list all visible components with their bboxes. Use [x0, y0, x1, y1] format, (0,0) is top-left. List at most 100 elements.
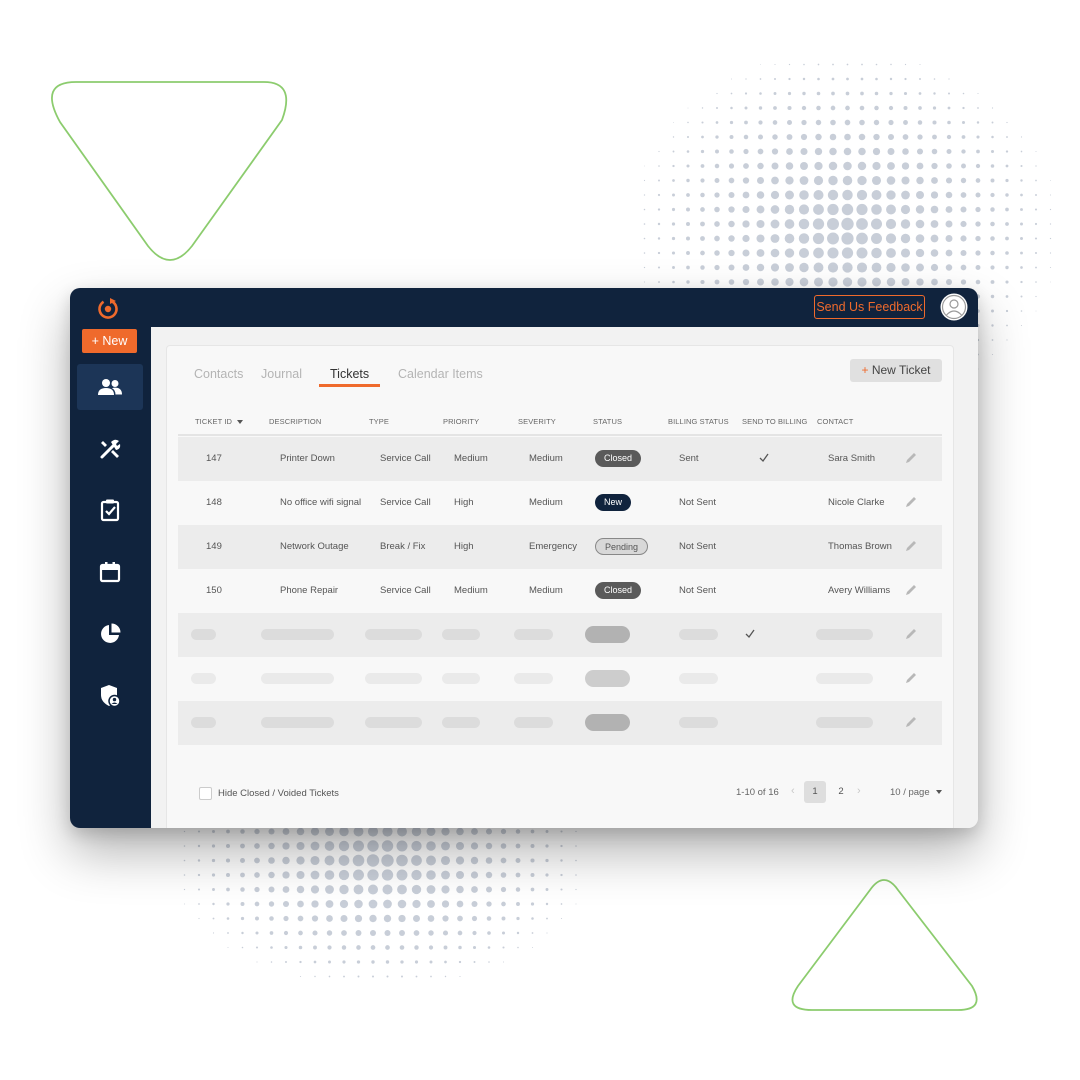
decor-dot	[240, 887, 245, 892]
decor-dot	[430, 975, 432, 978]
decor-dot	[875, 77, 878, 81]
decor-dot	[770, 263, 780, 272]
decor-dot	[859, 119, 865, 126]
decor-dot	[799, 190, 809, 200]
decor-dot	[728, 191, 735, 199]
decor-dot	[515, 829, 521, 834]
decor-dot	[887, 148, 895, 155]
decor-dot	[798, 247, 810, 259]
decor-dot	[428, 945, 434, 950]
edit-pencil-icon[interactable]	[904, 583, 918, 597]
decor-dot	[1005, 222, 1009, 226]
sidebar-item-tools[interactable]	[77, 426, 143, 472]
decor-dot	[268, 828, 275, 835]
decor-dot	[860, 77, 864, 81]
decor-dot	[426, 885, 436, 894]
edit-pencil-icon[interactable]	[904, 539, 918, 553]
decor-dot	[770, 234, 780, 243]
decor-dot	[888, 119, 894, 126]
decor-dot	[501, 901, 506, 907]
table-row[interactable]: 148 No office wifi signal Service Call High…	[178, 481, 942, 525]
decor-dot	[785, 277, 794, 287]
decor-dot	[798, 233, 810, 244]
decor-dot	[830, 105, 836, 111]
skeleton-bar	[679, 673, 718, 684]
decor-dot	[325, 900, 334, 908]
decor-dot	[340, 914, 348, 923]
decor-dot	[933, 92, 936, 95]
page-size-select[interactable]: 10 / page	[890, 787, 942, 798]
table-row[interactable]: 149 Network Outage Break / Fix High Emergenc…	[178, 525, 942, 569]
decor-dot	[560, 830, 563, 833]
cell-status: Pending	[595, 525, 649, 569]
decor-dot	[426, 855, 436, 866]
decor-dot	[643, 223, 646, 225]
sidebar-item-contacts[interactable]	[77, 364, 143, 410]
cell-billing-status: Not Sent	[679, 497, 716, 508]
decor-dot	[933, 78, 936, 80]
decor-dot	[930, 191, 939, 199]
decor-dot	[1034, 251, 1038, 255]
pagination-prev-icon[interactable]: ‹	[791, 785, 795, 797]
sidebar-item-tasks[interactable]	[77, 487, 143, 533]
decor-dot	[672, 179, 675, 182]
decor-dot	[398, 914, 406, 923]
edit-pencil-icon[interactable]	[904, 495, 918, 509]
decor-dot	[353, 869, 364, 881]
decor-dot	[471, 915, 478, 922]
decor-dot	[975, 163, 981, 169]
decor-dot	[945, 264, 953, 271]
decor-dot	[901, 176, 910, 185]
edit-pencil-icon[interactable]	[904, 627, 918, 641]
decor-dot	[657, 208, 661, 211]
table-row[interactable]: 147 Printer Down Service Call Medium Medium C…	[178, 437, 942, 481]
tab-tickets[interactable]: Tickets	[330, 367, 369, 381]
hide-closed-toggle[interactable]: Hide Closed / Voided Tickets	[199, 787, 339, 800]
user-avatar-icon[interactable]	[940, 293, 968, 321]
sidebar-item-admin[interactable]	[77, 673, 143, 719]
pagination-page-1[interactable]: 1	[804, 781, 826, 803]
hide-closed-checkbox[interactable]	[199, 787, 212, 800]
cell-billing-status: Not Sent	[679, 541, 716, 552]
edit-pencil-icon[interactable]	[904, 451, 918, 465]
decor-dot	[700, 250, 705, 256]
decor-dot	[686, 193, 690, 197]
decor-dot	[827, 232, 839, 245]
cell-priority: High	[454, 497, 474, 508]
app-logo-icon[interactable]	[96, 296, 120, 320]
sort-desc-icon[interactable]	[237, 420, 244, 425]
edit-pencil-icon[interactable]	[904, 671, 918, 685]
new-ticket-button[interactable]: + New Ticket	[850, 359, 942, 382]
decor-dot	[1020, 295, 1023, 298]
decor-dot	[714, 192, 720, 198]
tab-calendar-items[interactable]: Calendar Items	[398, 367, 483, 381]
decor-dot	[296, 856, 305, 865]
send-feedback-button[interactable]: Send Us Feedback	[814, 295, 925, 319]
decor-dot	[575, 874, 577, 876]
decor-dot	[270, 946, 273, 949]
decor-dot	[197, 873, 201, 877]
decor-dot	[687, 107, 689, 109]
decor-dot	[826, 217, 840, 231]
decor-dot	[813, 277, 824, 287]
edit-pencil-icon[interactable]	[904, 715, 918, 729]
decor-dot	[743, 134, 749, 140]
decor-dot	[788, 77, 791, 81]
sidebar-item-calendar[interactable]	[77, 549, 143, 595]
decor-dot	[367, 884, 379, 895]
decor-dot	[744, 120, 748, 125]
new-button[interactable]: + New	[82, 329, 137, 353]
tab-contacts[interactable]: Contacts	[194, 367, 243, 381]
decor-dot	[827, 262, 839, 273]
sidebar-item-reports[interactable]	[77, 611, 143, 657]
decor-dot	[901, 190, 910, 200]
decor-dot	[903, 120, 908, 125]
column-header-ticket-id[interactable]: TICKET ID	[195, 417, 244, 426]
table-row[interactable]: 150 Phone Repair Service Call Medium Medium C…	[178, 569, 942, 613]
pagination-next-icon[interactable]: ›	[857, 785, 861, 797]
tab-journal[interactable]: Journal	[261, 367, 302, 381]
decor-dot	[947, 120, 951, 125]
pagination-page-2[interactable]: 2	[830, 781, 852, 803]
decor-dot	[270, 961, 273, 963]
decor-dot	[297, 915, 304, 922]
